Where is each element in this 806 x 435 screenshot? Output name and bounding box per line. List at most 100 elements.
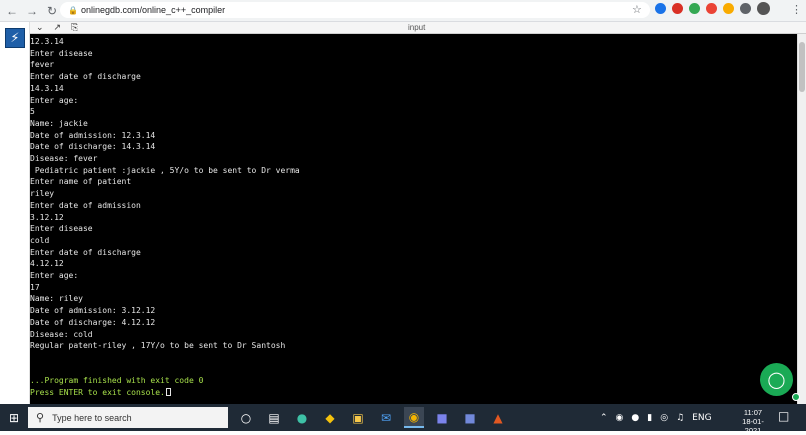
console-line: Name: riley <box>30 293 797 305</box>
bookmark-star-icon[interactable]: ☆ <box>632 3 642 16</box>
console-line: cold <box>30 235 797 247</box>
wifi-icon[interactable]: ◎ <box>660 413 668 423</box>
console-line-text: 17 <box>30 282 40 292</box>
input-label: input <box>408 23 426 32</box>
console-line-text: Enter age: <box>30 95 79 105</box>
scrollbar-thumb[interactable] <box>799 42 805 92</box>
console-line-text: 12.3.14 <box>30 37 64 46</box>
console-line-text: Disease: cold <box>30 329 93 339</box>
profile-avatar[interactable] <box>757 2 770 15</box>
chrome-icon[interactable]: ◉ <box>404 407 424 428</box>
clock-time: 11:07 <box>743 408 763 417</box>
console-line: Date of admission: 12.3.14 <box>30 130 797 142</box>
console-line: 17 <box>30 282 797 294</box>
console-line-text: cold <box>30 235 50 245</box>
task-view-icon[interactable]: ▤ <box>264 407 284 428</box>
console-line-text: Name: jackie <box>30 118 88 128</box>
console-line-text: Enter disease <box>30 48 93 58</box>
taskbar: ⊞ ⚲ Type here to search ○ ▤ ● ◆ ▣ ✉ ◉ ■ … <box>0 404 806 435</box>
console-line: Enter disease <box>30 223 797 235</box>
extension-icon[interactable] <box>723 3 734 14</box>
console-line-text: Disease: fever <box>30 154 98 164</box>
mail-icon[interactable]: ✉ <box>376 407 396 428</box>
console-line-text: Enter date of admission <box>30 200 141 210</box>
back-icon[interactable]: ← <box>4 3 20 19</box>
expand-arrows-icon[interactable]: ↗ <box>54 22 62 34</box>
extensions-puzzle-icon[interactable] <box>740 3 751 14</box>
chat-status-dot <box>792 393 800 401</box>
console-line-text: fever <box>30 60 55 70</box>
console-line-text: Pediatric patient :jackie , 5Y/o to be s… <box>30 165 300 175</box>
app-diamond-icon[interactable]: ◆ <box>320 407 340 428</box>
console-line: Enter date of discharge <box>30 247 797 259</box>
console-line-text: Enter date of discharge <box>30 72 141 82</box>
run-lightning-icon[interactable]: ⚡ <box>5 28 25 48</box>
forward-icon[interactable]: → <box>24 3 40 19</box>
browser-menu-icon[interactable]: ⋮ <box>791 3 802 16</box>
teams-icon[interactable]: ■ <box>432 407 452 428</box>
system-tray: ⌃ ◉ ● ▮ ◎ ♫ ENG <box>600 404 712 431</box>
network-icon[interactable]: ◉ <box>616 413 624 423</box>
console-line-text: Press ENTER to exit console. <box>30 388 165 398</box>
browser-toolbar: ← → ↻ 🔒 onlinegdb.com/online_c++_compile… <box>0 0 806 22</box>
console-line: 4.12.12 <box>30 258 797 270</box>
left-rail: ⚡ <box>0 22 30 404</box>
battery-icon[interactable]: ▮ <box>647 413 652 423</box>
clock-date: 18-01-2021 <box>742 417 764 435</box>
console-line: Name: jackie <box>30 118 797 130</box>
console-line: fever <box>30 59 797 71</box>
console-line: 3.12.12 <box>30 212 797 224</box>
notifications-icon[interactable]: □ <box>778 409 789 423</box>
console-line-text: Enter disease <box>30 224 93 234</box>
console-line: Enter disease <box>30 48 797 60</box>
console-line: Disease: fever <box>30 153 797 165</box>
console-line: Date of discharge: 4.12.12 <box>30 317 797 329</box>
console-output[interactable]: 12.3.14 Enter disease fever Enter date of d… <box>30 34 797 404</box>
language-indicator[interactable]: ENG <box>692 413 711 423</box>
text-cursor <box>165 388 171 397</box>
microphone-icon[interactable]: ● <box>631 413 639 423</box>
chat-bubble-icon[interactable]: ◯ <box>760 363 793 396</box>
extension-icon[interactable] <box>672 3 683 14</box>
volume-icon[interactable]: ♫ <box>676 413 684 423</box>
console-line-text: ...Program finished with exit code 0 <box>30 376 204 386</box>
console-line-text: 5 <box>30 107 35 117</box>
windows-start-icon[interactable]: ⊞ <box>0 404 28 431</box>
copy-icon[interactable]: ⎘ <box>71 22 78 34</box>
file-explorer-icon[interactable]: ▣ <box>348 407 368 428</box>
collapse-chevron-icon[interactable]: ⌄ <box>36 22 44 34</box>
console-line: ...Program finished with exit code 0 <box>30 375 797 387</box>
discord-icon[interactable]: ■ <box>460 407 480 428</box>
extension-icon[interactable] <box>689 3 700 14</box>
edge-icon[interactable]: ● <box>292 407 312 428</box>
taskbar-apps: ○ ▤ ● ◆ ▣ ✉ ◉ ■ ■ ▲ <box>236 407 508 428</box>
app-flame-icon[interactable]: ▲ <box>488 407 508 428</box>
console-header: ⌄ ↗ ⎘ input <box>30 22 806 34</box>
extensions-area <box>655 2 770 15</box>
console-line: 12.3.14 <box>30 36 797 48</box>
console-line-text: Enter date of discharge <box>30 247 141 257</box>
console-line: Disease: cold <box>30 329 797 341</box>
console-line: Date of admission: 3.12.12 <box>30 305 797 317</box>
console-line: Enter date of discharge <box>30 71 797 83</box>
search-icon: ⚲ <box>36 411 45 424</box>
address-bar[interactable]: 🔒 onlinegdb.com/online_c++_compiler <box>60 2 650 18</box>
console-line: Enter age: <box>30 95 797 107</box>
console-line: Enter age: <box>30 270 797 282</box>
console-tools: ⌄ ↗ ⎘ <box>36 22 78 34</box>
console-line-text: Date of discharge: 4.12.12 <box>30 317 156 327</box>
extension-icon[interactable] <box>706 3 717 14</box>
extension-icon[interactable] <box>655 3 666 14</box>
taskbar-search-box[interactable]: ⚲ Type here to search <box>28 407 228 428</box>
console-line: riley <box>30 188 797 200</box>
console-scrollbar[interactable] <box>797 34 806 404</box>
lock-icon: 🔒 <box>68 5 78 15</box>
console-line: 5 <box>30 106 797 118</box>
console-line: Enter name of patient <box>30 176 797 188</box>
tray-chevron-up-icon[interactable]: ⌃ <box>600 413 608 423</box>
reload-icon[interactable]: ↻ <box>44 3 60 19</box>
console-line: Enter date of admission <box>30 200 797 212</box>
cortana-icon[interactable]: ○ <box>236 407 256 428</box>
